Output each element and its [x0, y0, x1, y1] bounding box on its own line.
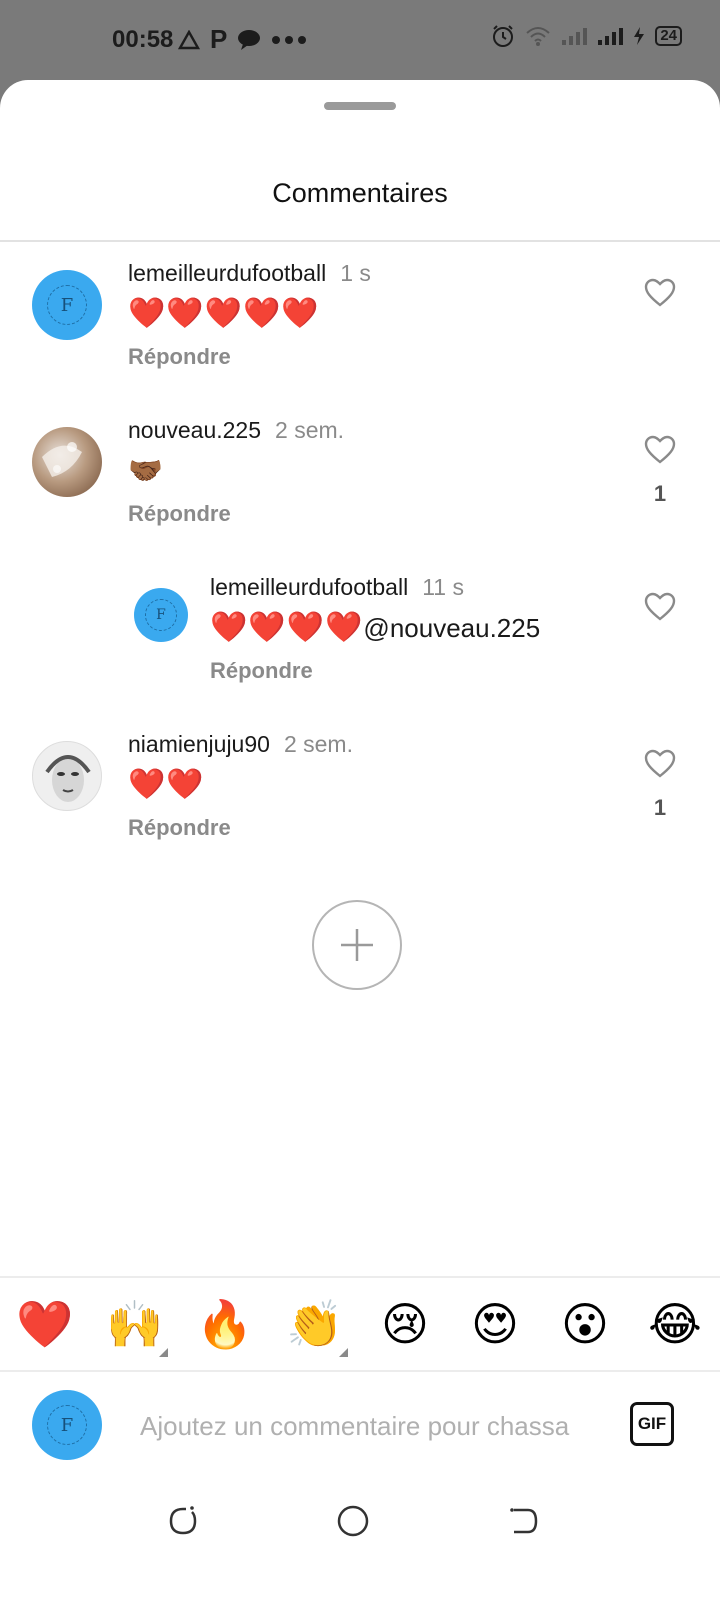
plus-icon	[341, 929, 373, 961]
comment-mention[interactable]: @nouveau.225	[363, 613, 540, 643]
emoji-laughing[interactable]: 😂	[630, 1279, 720, 1369]
comment-input[interactable]	[140, 1408, 610, 1444]
emoji-crying[interactable]: 😢	[360, 1279, 450, 1369]
comment-timestamp: 11 s	[422, 574, 464, 600]
emoji-surprised[interactable]: 😮	[540, 1279, 630, 1369]
recent-apps-icon[interactable]	[166, 1504, 200, 1538]
avatar-letter: F	[60, 1414, 74, 1436]
comment-hearts: ❤️❤️❤️❤️	[210, 611, 364, 644]
like-button[interactable]	[642, 592, 678, 622]
reply-button[interactable]: Répondre	[128, 344, 231, 370]
comment-composer: F GIF	[0, 1374, 720, 1478]
header-divider	[0, 240, 720, 242]
emoji-clap-glyph: 👏	[286, 1296, 344, 1351]
like-button[interactable]	[642, 278, 678, 308]
comment-timestamp: 2 sem.	[275, 417, 345, 443]
emoji-heart-eyes[interactable]: 😍	[450, 1279, 540, 1369]
comment-username[interactable]: lemeilleurdufootball	[210, 574, 408, 601]
drag-handle[interactable]	[324, 102, 396, 110]
reply-button[interactable]: Répondre	[210, 658, 313, 684]
avatar[interactable]	[32, 427, 102, 497]
comment-text: ❤️❤️	[128, 768, 205, 801]
more-dots-icon	[272, 35, 307, 44]
emoji-fire[interactable]: 🔥	[180, 1279, 270, 1369]
status-time: 00:58	[112, 26, 174, 53]
heart-outline-icon	[644, 592, 676, 621]
comment-username[interactable]: niamienjuju90	[128, 731, 270, 758]
triangle-icon	[178, 29, 200, 49]
like-button[interactable]: 1	[642, 435, 678, 507]
comment-text: ❤️❤️❤️❤️❤️	[128, 297, 320, 330]
emoji-heart[interactable]: ❤️	[0, 1279, 90, 1369]
reply-button[interactable]: Répondre	[128, 815, 231, 841]
signal-icon-sim2	[598, 28, 624, 45]
emoji-raised-hands[interactable]: 🙌	[90, 1279, 180, 1369]
status-bar: 00:58 P 24	[0, 0, 720, 80]
comment-timestamp: 2 sem.	[283, 731, 353, 757]
parking-p-icon: P	[210, 24, 228, 54]
avatar[interactable]: F	[134, 588, 188, 642]
system-navigation-bar	[0, 1478, 720, 1600]
comments-sheet: Commentaires F lemeilleurdufootball 1 s …	[0, 80, 720, 1600]
like-button[interactable]: 1	[642, 749, 678, 821]
skin-tone-indicator	[159, 1348, 168, 1357]
system-icons: 24	[491, 24, 682, 48]
heart-outline-icon	[644, 278, 676, 307]
heart-outline-icon	[644, 435, 676, 464]
like-count: 1	[653, 481, 667, 506]
gif-button[interactable]: GIF	[630, 1402, 674, 1446]
back-icon[interactable]	[506, 1504, 540, 1538]
avatar[interactable]	[32, 741, 102, 811]
notification-icons: P	[178, 24, 307, 55]
comment-text: ❤️❤️❤️❤️@nouveau.225	[210, 610, 540, 646]
emoji-raised-hands-glyph: 🙌	[106, 1296, 164, 1351]
comment-timestamp: 1 s	[340, 260, 371, 286]
heart-outline-icon	[644, 749, 676, 778]
composer-avatar: F	[32, 1390, 102, 1460]
avatar-letter: F	[156, 607, 166, 623]
comment-username[interactable]: nouveau.225	[128, 417, 261, 444]
home-icon[interactable]	[336, 1504, 370, 1538]
sheet-title: Commentaires	[272, 178, 448, 208]
chat-bubble-icon	[238, 29, 261, 50]
emoji-clap[interactable]: 👏	[270, 1279, 360, 1369]
skin-tone-indicator	[339, 1348, 348, 1357]
avatar-photo	[42, 442, 82, 477]
signal-icon-sim1	[562, 28, 588, 45]
comment-text: 🤝🏾	[128, 455, 163, 486]
quick-emoji-bar: ❤️ 🙌 🔥 👏 😢 😍 😮 😂	[0, 1276, 720, 1372]
reply-button[interactable]: Répondre	[128, 501, 231, 527]
avatar-letter: F	[60, 294, 74, 316]
like-count: 1	[653, 795, 667, 820]
avatar-photo	[45, 755, 91, 802]
wifi-icon	[526, 27, 550, 46]
charging-icon	[634, 27, 645, 45]
avatar[interactable]: F	[32, 270, 102, 340]
alarm-icon	[493, 25, 514, 47]
battery-level: 24	[655, 26, 682, 46]
comment-username[interactable]: lemeilleurdufootball	[128, 260, 326, 287]
load-more-button[interactable]	[312, 900, 402, 990]
